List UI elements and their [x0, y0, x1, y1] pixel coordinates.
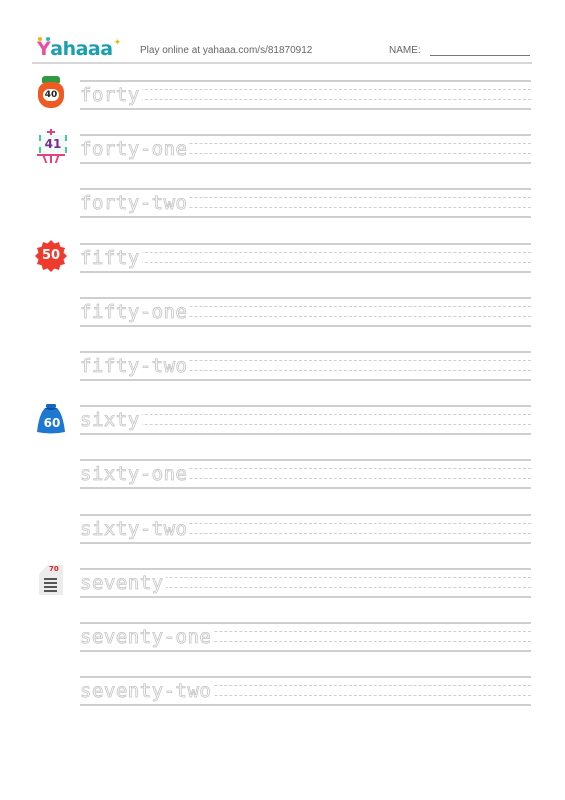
top-line — [80, 297, 531, 299]
easel-leg — [42, 156, 48, 163]
baseline-dashed — [80, 424, 531, 425]
top-line — [80, 134, 531, 136]
text-line — [44, 582, 57, 584]
trace-word: forty-two — [80, 191, 190, 215]
jar-icon: 40 — [35, 76, 67, 110]
midline-dashed — [80, 252, 531, 253]
icon-number: 40 — [43, 89, 59, 101]
yahaaa-logo[interactable]: Y ahaaa ✦ — [37, 37, 122, 60]
icon-number: 50 — [41, 248, 61, 263]
helmet-icon: 60 — [35, 402, 67, 436]
trace-word: fifty — [80, 246, 142, 270]
top-line — [80, 243, 531, 245]
bottom-line — [80, 216, 531, 218]
top-line — [80, 405, 531, 407]
bottom-line — [80, 433, 531, 435]
tracing-row[interactable]: seventy-two — [80, 676, 531, 706]
tracing-row[interactable]: sixty-two — [80, 514, 531, 544]
top-line — [80, 188, 531, 190]
badge-icon: 50 — [35, 240, 67, 274]
bottom-line — [80, 271, 531, 273]
text-line — [44, 590, 57, 592]
bottom-line — [80, 650, 531, 652]
top-line — [80, 459, 531, 461]
name-field[interactable] — [430, 55, 530, 56]
icon-number: 60 — [43, 416, 61, 430]
logo-text: ahaaa — [50, 38, 113, 60]
easel-leg — [54, 156, 60, 163]
logo-letter-y: Y — [37, 37, 51, 60]
top-line — [80, 568, 531, 570]
top-line — [80, 622, 531, 624]
tracing-row[interactable]: fifty-two — [80, 351, 531, 381]
trace-word: seventy-one — [80, 625, 214, 649]
trace-word: fifty-one — [80, 300, 190, 324]
bottom-line — [80, 379, 531, 381]
bottom-line — [80, 325, 531, 327]
bottom-line — [80, 108, 531, 110]
baseline-dashed — [80, 262, 531, 263]
easel-icon: 41 — [35, 129, 67, 163]
tracing-row[interactable]: seventy-one — [80, 622, 531, 652]
trace-word: seventy-two — [80, 679, 214, 703]
icon-number: 41 — [39, 135, 67, 153]
play-online-link[interactable]: Play online at yahaaa.com/s/81870912 — [140, 45, 312, 56]
easel-leg — [50, 156, 52, 163]
tracing-row[interactable]: forty-one — [80, 134, 531, 164]
bottom-line — [80, 162, 531, 164]
tracing-row[interactable]: seventy — [80, 568, 531, 598]
top-line — [80, 351, 531, 353]
worksheet-header: Y ahaaa ✦ Play online at yahaaa.com/s/81… — [37, 37, 531, 62]
trace-word: forty-one — [80, 137, 190, 161]
trace-word: seventy — [80, 571, 166, 595]
trace-word: forty — [80, 83, 142, 107]
midline-dashed — [80, 89, 531, 90]
bottom-line — [80, 487, 531, 489]
midline-dashed — [80, 414, 531, 415]
trace-word: sixty — [80, 408, 142, 432]
tracing-row[interactable]: sixty-one — [80, 459, 531, 489]
icon-number: 70 — [49, 565, 59, 573]
tracing-row[interactable]: forty — [80, 80, 531, 110]
tracing-row[interactable]: forty-two — [80, 188, 531, 218]
bottom-line — [80, 542, 531, 544]
tracing-row[interactable]: sixty — [80, 405, 531, 435]
easel-pin-bar — [47, 131, 55, 133]
text-line — [44, 578, 57, 580]
name-label: NAME: — [389, 45, 421, 56]
top-line — [80, 80, 531, 82]
tracing-row[interactable]: fifty-one — [80, 297, 531, 327]
bottom-line — [80, 704, 531, 706]
text-line — [44, 586, 57, 588]
document-icon: 70 — [35, 563, 67, 597]
sparkle-icon: ✦ — [113, 38, 122, 48]
tracing-row[interactable]: fifty — [80, 243, 531, 273]
top-line — [80, 676, 531, 678]
header-divider — [32, 62, 532, 64]
trace-word: sixty-one — [80, 462, 190, 486]
trace-word: fifty-two — [80, 354, 190, 378]
bottom-line — [80, 596, 531, 598]
top-line — [80, 514, 531, 516]
baseline-dashed — [80, 99, 531, 100]
trace-word: sixty-two — [80, 517, 190, 541]
